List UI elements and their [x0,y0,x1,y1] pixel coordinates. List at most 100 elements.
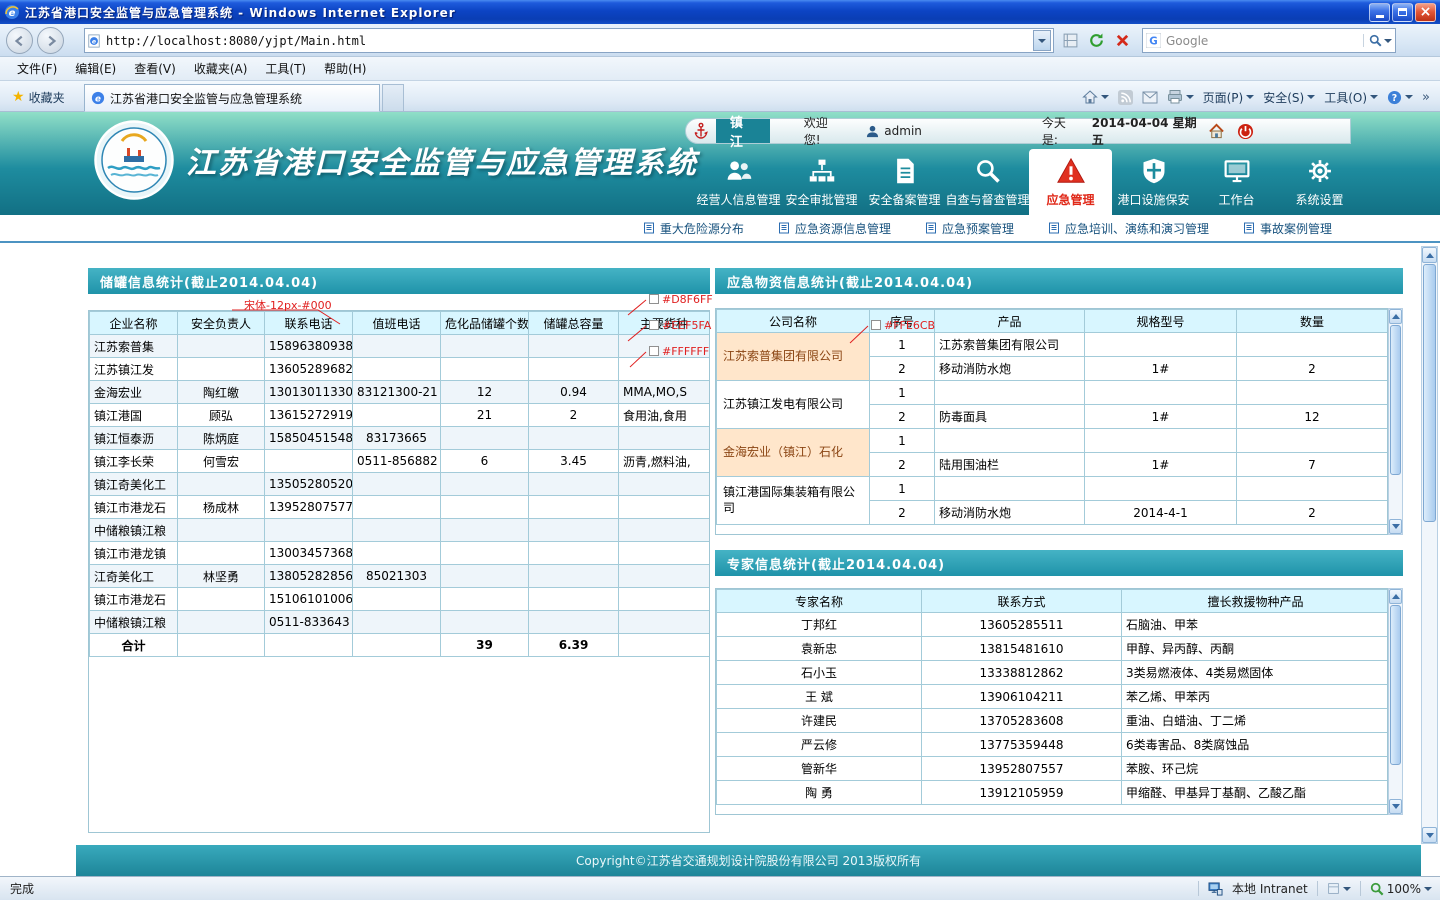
nav-item-7[interactable]: 工作台 [1195,149,1278,215]
nav-item-1[interactable]: 经营人信息管理 [697,149,780,215]
home-button[interactable] [1082,89,1109,105]
address-dropdown-button[interactable] [1033,30,1051,51]
nav-item-label: 经营人信息管理 [697,191,781,208]
svg-text:G: G [1149,36,1157,48]
minimize-button[interactable] [1369,3,1390,22]
menu-item[interactable]: 文件(F) [8,57,66,80]
home-shortcut-icon[interactable] [1208,123,1225,140]
scroll-down-button[interactable] [1422,827,1437,843]
menu-item[interactable]: 工具(T) [256,57,315,80]
nav-item-2[interactable]: 安全审批管理 [780,149,863,215]
menu-item[interactable]: 查看(V) [125,57,185,80]
cell: 江苏索普集团有限公司 [935,333,1085,357]
supplies-scrollbar[interactable] [1388,308,1403,535]
read-mail-icon[interactable] [1142,91,1158,104]
forward-button[interactable] [37,27,64,54]
scroll-thumb[interactable] [1423,264,1436,522]
scroll-up-button[interactable] [1389,309,1402,324]
cell: 严云修 [717,733,922,757]
menu-item[interactable]: 帮助(H) [315,57,375,80]
cell [178,588,265,611]
cell: 移动消防水炮 [935,357,1085,381]
cell: 防毒面具 [935,405,1085,429]
cell [178,473,265,496]
column-header: 规格型号 [1085,310,1237,333]
subnav-item-4[interactable]: 应急培训、演练和演习管理 [1048,220,1209,237]
toolbar-button[interactable]: 工具(O) [1324,89,1378,106]
tank-panel: 储罐信息统计(截止2014.04.04) 企业名称安全负责人联系电话值班电话危化… [88,268,710,835]
maximize-button[interactable] [1392,3,1413,22]
back-button[interactable] [6,27,33,54]
help-button[interactable]: ? [1387,90,1413,105]
current-date: 2014-04-04 星期五 [1092,114,1208,148]
zoom-control[interactable]: 100% [1370,882,1432,896]
subnav-item-2[interactable]: 应急资源信息管理 [778,220,891,237]
document-icon [890,156,920,186]
toolbar-overflow-chevron[interactable]: » [1422,90,1430,105]
cell: 金海宏业 [90,381,178,404]
cell: 3.45 [529,450,619,473]
page-scrollbar[interactable] [1421,246,1438,844]
column-header: 联系方式 [922,590,1122,613]
toolbar-button[interactable]: 安全(S) [1263,89,1315,106]
compatibility-view-button[interactable] [1058,28,1083,53]
menu-item[interactable]: 收藏夹(A) [185,57,257,80]
list-icon [1243,222,1255,234]
annotation-row-color: #FFFFFF [649,345,709,358]
table-row: 江苏索普集15896380938 [90,335,710,358]
new-tab-stub[interactable] [382,84,404,112]
nav-item-3[interactable]: 安全备案管理 [863,149,946,215]
cell [353,473,441,496]
tab-active[interactable]: e 江苏省港口安全监管与应急管理系统 [84,84,380,112]
subnav-item-1[interactable]: 重大危险源分布 [643,220,744,237]
cell [353,588,441,611]
cell: 15106101006 [265,588,353,611]
feeds-icon[interactable] [1118,90,1133,105]
scroll-up-button[interactable] [1389,589,1402,604]
refresh-button[interactable] [1084,28,1109,53]
address-field[interactable]: e http://localhost:8080/yjpt/Main.html [84,28,1054,53]
cell: 顾弘 [178,404,265,427]
supplies-table-head: 公司名称序号产品规格型号数量 [717,310,1388,333]
favorites-button[interactable]: ★ 收藏夹 [6,86,71,108]
subnav-item-3[interactable]: 应急预案管理 [925,220,1014,237]
magnifier-icon [973,156,1003,186]
scroll-down-button[interactable] [1389,799,1402,814]
cell [529,588,619,611]
nav-item-8[interactable]: 系统设置 [1278,149,1361,215]
toolbar-button-label: 工具(O) [1324,89,1367,106]
zoom-level: 100% [1387,882,1421,896]
search-field[interactable]: G Google [1142,28,1396,53]
stop-button[interactable] [1110,28,1135,53]
cell [178,542,265,565]
cell: 镇江奇美化工 [90,473,178,496]
nav-item-6[interactable]: 港口设施保安 [1112,149,1195,215]
cell: 管新华 [717,757,922,781]
intranet-zone-icon [1208,882,1223,896]
menu-item[interactable]: 编辑(E) [66,57,125,80]
nav-item-4[interactable]: 自查与督查管理 [946,149,1029,215]
cell [441,611,529,634]
print-button[interactable] [1167,89,1194,105]
cell: 2 [1237,501,1388,525]
nav-item-5[interactable]: 应急管理 [1029,149,1112,215]
toolbar-button-label: 安全(S) [1263,89,1304,106]
scroll-thumb[interactable] [1390,605,1401,765]
cell: 0.94 [529,381,619,404]
search-magnifier-icon[interactable] [1363,34,1392,47]
total-cell: 合计 [90,634,178,657]
cell: 85021303 [353,565,441,588]
close-button[interactable]: × [1415,3,1436,22]
protected-mode-icon[interactable] [1327,882,1351,895]
experts-scrollbar[interactable] [1388,588,1403,815]
logout-power-icon[interactable] [1237,123,1254,140]
scroll-thumb[interactable] [1390,325,1401,475]
cell [441,565,529,588]
google-icon: G [1146,33,1161,48]
cell: 2 [529,404,619,427]
cell [529,358,619,381]
toolbar-button[interactable]: 页面(P) [1203,89,1255,106]
subnav-item-5[interactable]: 事故案例管理 [1243,220,1332,237]
scroll-up-button[interactable] [1422,247,1437,263]
scroll-down-button[interactable] [1389,519,1402,534]
